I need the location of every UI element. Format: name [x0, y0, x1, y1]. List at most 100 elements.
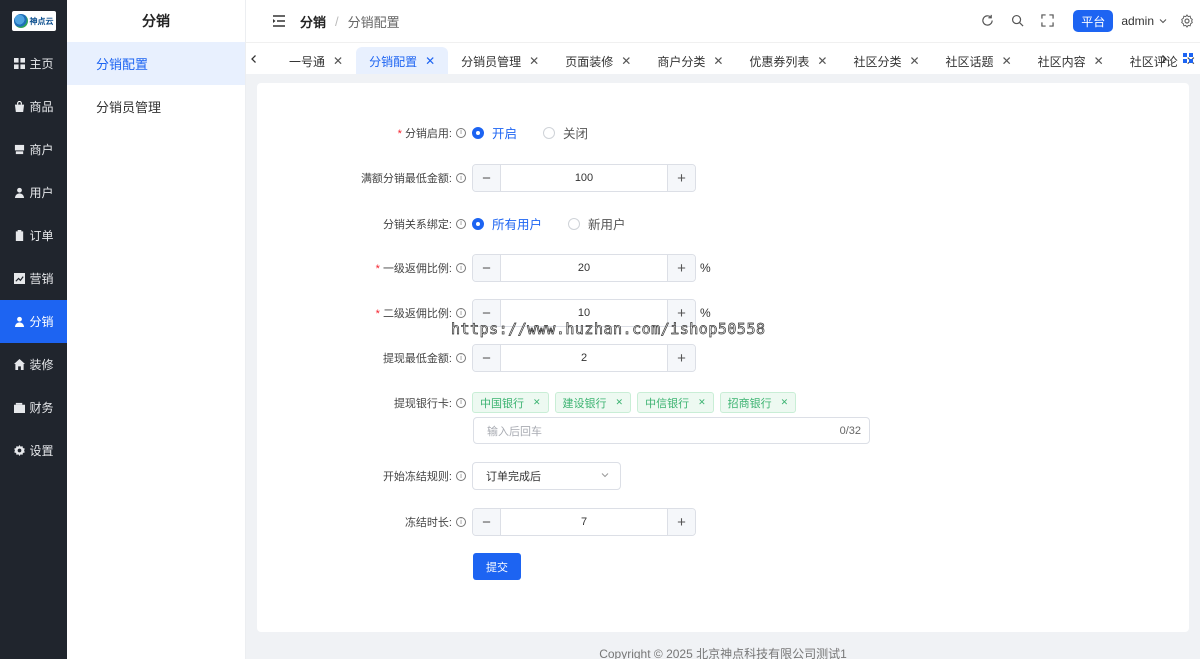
info-icon[interactable]: i — [456, 127, 466, 138]
bag-icon — [13, 101, 25, 113]
breadcrumb-parent[interactable]: 分销 — [300, 12, 326, 31]
bank-tag: 中信银行 ✕ — [637, 392, 714, 413]
tab-label: 社区分类 — [853, 54, 902, 69]
decrement-button[interactable]: − — [473, 165, 501, 191]
submit-button[interactable]: 提交 — [473, 553, 521, 580]
tab-5[interactable]: 优惠券列表 ✕ — [736, 47, 840, 74]
sidebar-item-7[interactable]: 装修 — [0, 343, 67, 386]
info-icon[interactable]: i — [456, 353, 466, 363]
increment-button[interactable]: + — [667, 509, 695, 535]
sidebar-item-label: 装修 — [29, 358, 54, 372]
decrement-button[interactable]: − — [473, 300, 501, 326]
freeze-rule-select[interactable]: 订单完成后 — [472, 462, 621, 490]
info-icon[interactable]: i — [456, 397, 466, 408]
platform-badge[interactable]: 平台 — [1073, 10, 1114, 32]
top-header: 分销 / 分销配置 平台 admin — [246, 0, 1200, 42]
tab-close-icon[interactable]: ✕ — [1094, 54, 1104, 68]
form-row-bind: 分销关系绑定: i 所有用户 新用户 — [257, 214, 1189, 233]
tab-4[interactable]: 商户分类 ✕ — [644, 47, 736, 74]
level1-stepper[interactable]: − 20 + — [472, 254, 696, 282]
info-icon[interactable]: i — [456, 517, 466, 527]
home-icon — [13, 359, 25, 371]
sidebar-item-4[interactable]: 订单 — [0, 214, 67, 257]
form-row-withdraw-min: 提现最低金额: i − 2 + — [257, 344, 1189, 372]
tab-close-icon[interactable]: ✕ — [817, 54, 827, 68]
menu-fold-icon[interactable] — [272, 14, 286, 28]
fullscreen-icon[interactable] — [1041, 14, 1055, 28]
radio-enable-off[interactable]: 关闭 — [543, 123, 588, 142]
info-icon[interactable]: i — [456, 471, 466, 481]
radio-enable-on[interactable]: 开启 — [472, 123, 517, 142]
tag-close-icon[interactable]: ✕ — [698, 397, 706, 408]
chevron-down-icon — [600, 470, 610, 483]
sidebar-item-2[interactable]: 商户 — [0, 128, 67, 171]
tab-0[interactable]: 一号通 ✕ — [276, 47, 356, 74]
tab-8[interactable]: 社区内容 ✕ — [1025, 47, 1117, 74]
bank-tag: 招商银行 ✕ — [719, 392, 797, 413]
sidebar-item-1[interactable]: 商品 — [0, 85, 67, 128]
tag-close-icon[interactable]: ✕ — [533, 397, 541, 408]
increment-button[interactable]: + — [667, 300, 695, 326]
submenu-item-distribution-config[interactable]: 分销配置 — [67, 42, 245, 85]
sidebar-item-label: 商品 — [29, 100, 54, 114]
tag-close-icon[interactable]: ✕ — [781, 397, 789, 408]
tab-close-icon[interactable]: ✕ — [529, 54, 539, 68]
increment-button[interactable]: + — [667, 165, 695, 191]
chevron-down-icon[interactable] — [1158, 16, 1168, 26]
tabs-menu-grid-icon[interactable] — [1182, 52, 1194, 64]
tabs-scroll-left-icon[interactable] — [246, 43, 262, 74]
tab-label: 社区话题 — [945, 54, 994, 69]
info-icon[interactable]: i — [456, 263, 466, 273]
settings-gear-icon[interactable] — [1180, 14, 1194, 28]
info-icon[interactable]: i — [456, 308, 466, 318]
increment-button[interactable]: + — [667, 255, 695, 281]
info-icon[interactable]: i — [456, 173, 466, 183]
min-amount-stepper[interactable]: − 100 + — [472, 164, 696, 192]
tab-close-icon[interactable]: ✕ — [425, 54, 435, 68]
increment-button[interactable]: + — [667, 345, 695, 371]
withdraw-min-stepper[interactable]: − 2 + — [472, 344, 696, 372]
decrement-button[interactable]: − — [473, 509, 501, 535]
level2-stepper[interactable]: − 10 + — [472, 299, 696, 327]
sidebar-item-9[interactable]: 设置 — [0, 429, 67, 472]
tab-label: 商户分类 — [657, 54, 706, 69]
tab-close-icon[interactable]: ✕ — [713, 54, 723, 68]
sidebar-item-6[interactable]: 分销 — [0, 300, 67, 343]
grid-icon — [13, 58, 25, 70]
search-icon[interactable] — [1011, 14, 1025, 28]
radio-bind-new[interactable]: 新用户 — [568, 214, 626, 233]
sidebar-item-3[interactable]: 用户 — [0, 171, 67, 214]
tab-close-icon[interactable]: ✕ — [621, 54, 631, 68]
logo-globe-icon — [13, 14, 28, 28]
tab-3[interactable]: 页面装修 ✕ — [552, 47, 644, 74]
decrement-button[interactable]: − — [473, 255, 501, 281]
tag-close-icon[interactable]: ✕ — [616, 397, 624, 408]
tab-close-icon[interactable]: ✕ — [333, 54, 343, 68]
tab-6[interactable]: 社区分类 ✕ — [840, 47, 932, 74]
sidebar-item-8[interactable]: 财务 — [0, 386, 67, 429]
submenu-item-distributor-manage[interactable]: 分销员管理 — [67, 85, 245, 128]
freeze-days-stepper[interactable]: − 7 + — [472, 508, 696, 536]
tab-close-icon[interactable]: ✕ — [909, 54, 919, 68]
form-row-freeze-rule: 开始冻结规则: i 订单完成后 — [257, 462, 1189, 490]
tab-close-icon[interactable]: ✕ — [1002, 54, 1012, 68]
sidebar-item-label: 订单 — [29, 229, 54, 243]
tab-2[interactable]: 分销员管理 ✕ — [448, 47, 552, 74]
tabs-scroll-right-icon[interactable] — [1156, 43, 1172, 74]
sidebar-item-5[interactable]: 营销 — [0, 257, 67, 300]
tab-label: 优惠券列表 — [749, 54, 810, 69]
decrement-button[interactable]: − — [473, 345, 501, 371]
sidebar-item-0[interactable]: 主页 — [0, 42, 67, 85]
logo[interactable]: 神点云 — [0, 0, 67, 42]
bank-tag-input[interactable]: 输入后回车 0/32 — [473, 417, 870, 444]
bank-tag: 建设银行 ✕ — [554, 392, 632, 413]
tab-7[interactable]: 社区话题 ✕ — [933, 47, 1025, 74]
tab-label: 页面装修 — [565, 54, 614, 69]
radio-bind-all[interactable]: 所有用户 — [472, 214, 542, 233]
user-name[interactable]: admin — [1121, 14, 1154, 28]
tab-label: 分销员管理 — [461, 54, 522, 69]
tab-label: 分销配置 — [369, 54, 418, 69]
refresh-icon[interactable] — [981, 14, 995, 28]
info-icon[interactable]: i — [456, 218, 466, 229]
tab-1[interactable]: 分销配置 ✕ — [356, 47, 449, 74]
